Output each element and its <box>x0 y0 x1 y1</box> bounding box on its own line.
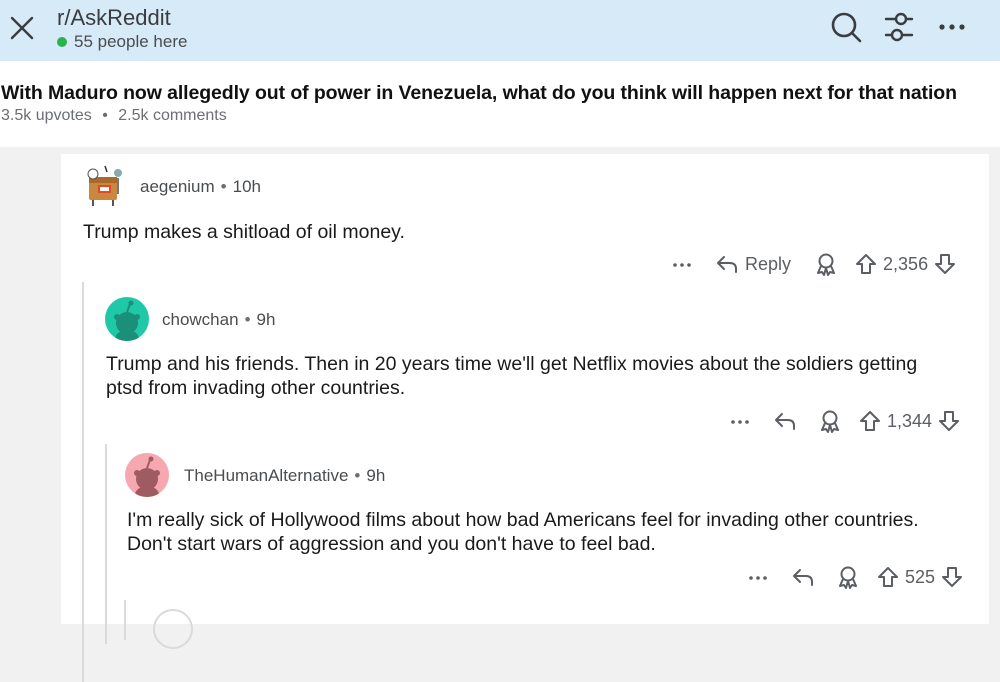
vote-score: 1,344 <box>887 410 933 431</box>
more-options-button[interactable] <box>729 410 751 432</box>
upvote-icon <box>856 254 877 274</box>
snoo-avatar-icon <box>134 456 160 497</box>
award-icon <box>839 566 857 589</box>
online-count-label: 55 people here <box>74 32 188 51</box>
comment-actions: 1,344 <box>729 409 960 433</box>
comment-time: 9h <box>256 310 276 329</box>
vote-score: 525 <box>905 566 936 587</box>
upvote-button[interactable] <box>877 565 899 589</box>
separator: • <box>354 466 361 485</box>
downvote-icon <box>935 254 956 274</box>
comment-author-line: chowchan • 9h <box>162 310 275 330</box>
downvote-button[interactable] <box>941 565 963 589</box>
avatar[interactable] <box>125 453 169 497</box>
online-count: 55 people here <box>57 32 187 52</box>
search-button[interactable] <box>829 10 863 44</box>
separator: • <box>244 310 251 329</box>
more-icon <box>731 420 749 424</box>
award-icon <box>817 253 836 276</box>
comment-body: I'm really sick of Hollywood films about… <box>127 509 919 555</box>
reply-button[interactable] <box>791 565 815 589</box>
post-meta: 3.5k upvotes • 2.5k comments <box>1 107 227 125</box>
thread-line[interactable] <box>105 444 107 644</box>
comment-time: 10h <box>232 177 261 196</box>
post-title[interactable]: With Maduro now allegedly out of power i… <box>1 82 957 105</box>
reply-button[interactable]: Reply <box>715 252 791 276</box>
meta-separator: • <box>102 107 108 124</box>
downvote-button[interactable] <box>938 409 960 433</box>
close-button[interactable] <box>6 12 38 44</box>
subreddit-name[interactable]: r/AskReddit <box>57 5 171 31</box>
close-icon <box>10 16 34 40</box>
award-icon <box>821 410 839 433</box>
search-icon <box>831 12 862 43</box>
reply-arrow-icon <box>717 256 737 273</box>
thread-line[interactable] <box>124 600 126 640</box>
online-dot <box>57 37 67 47</box>
separator: • <box>220 177 227 196</box>
comment-actions: 525 <box>747 565 963 589</box>
comment-author-line: TheHumanAlternative • 9h <box>184 466 385 486</box>
more-icon <box>939 24 965 30</box>
reply-label: Reply <box>745 253 792 274</box>
filter-button[interactable] <box>882 10 916 44</box>
top-bar: r/AskReddit 55 people here <box>0 0 1000 61</box>
filter-icon <box>884 12 914 42</box>
comment-body: Trump and his friends. Then in 20 years … <box>106 353 918 399</box>
avatar[interactable] <box>153 609 193 649</box>
downvote-icon <box>939 411 960 431</box>
comment-body: Trump makes a shitload of oil money. <box>83 221 405 243</box>
avatar[interactable] <box>83 164 127 208</box>
comment-actions: Reply 2,356 <box>671 252 956 276</box>
more-options-button[interactable] <box>747 566 769 588</box>
post-comment-count: 2.5k comments <box>118 107 227 124</box>
more-icon <box>749 576 767 580</box>
thread-line[interactable] <box>82 282 84 682</box>
upvote-button[interactable] <box>859 409 881 433</box>
award-button[interactable] <box>819 409 841 433</box>
downvote-icon <box>942 567 963 587</box>
avatar-image <box>87 165 122 206</box>
username[interactable]: aegenium <box>140 177 215 196</box>
upvote-icon <box>860 411 880 431</box>
award-button[interactable] <box>815 252 837 276</box>
vote-score: 2,356 <box>883 253 929 274</box>
avatar[interactable] <box>105 297 149 341</box>
comment-author-line: aegenium • 10h <box>140 177 261 197</box>
username[interactable]: chowchan <box>162 310 239 329</box>
comment-time: 9h <box>366 466 386 485</box>
upvote-icon <box>878 567 898 587</box>
award-button[interactable] <box>837 565 859 589</box>
comment-thread: aegenium • 10h Trump makes a shitload of o… <box>61 154 989 682</box>
downvote-button[interactable] <box>934 252 956 276</box>
reply-arrow-icon <box>793 569 813 586</box>
post-header: With Maduro now allegedly out of power i… <box>0 61 1000 147</box>
more-options-button[interactable] <box>936 10 970 44</box>
post-upvotes: 3.5k upvotes <box>1 107 92 124</box>
snoo-avatar-icon <box>114 300 140 341</box>
username[interactable]: TheHumanAlternative <box>184 466 348 485</box>
more-icon <box>673 263 691 267</box>
more-options-button[interactable] <box>671 253 693 275</box>
reply-button[interactable] <box>773 409 797 433</box>
upvote-button[interactable] <box>855 252 877 276</box>
reply-arrow-icon <box>775 413 795 430</box>
